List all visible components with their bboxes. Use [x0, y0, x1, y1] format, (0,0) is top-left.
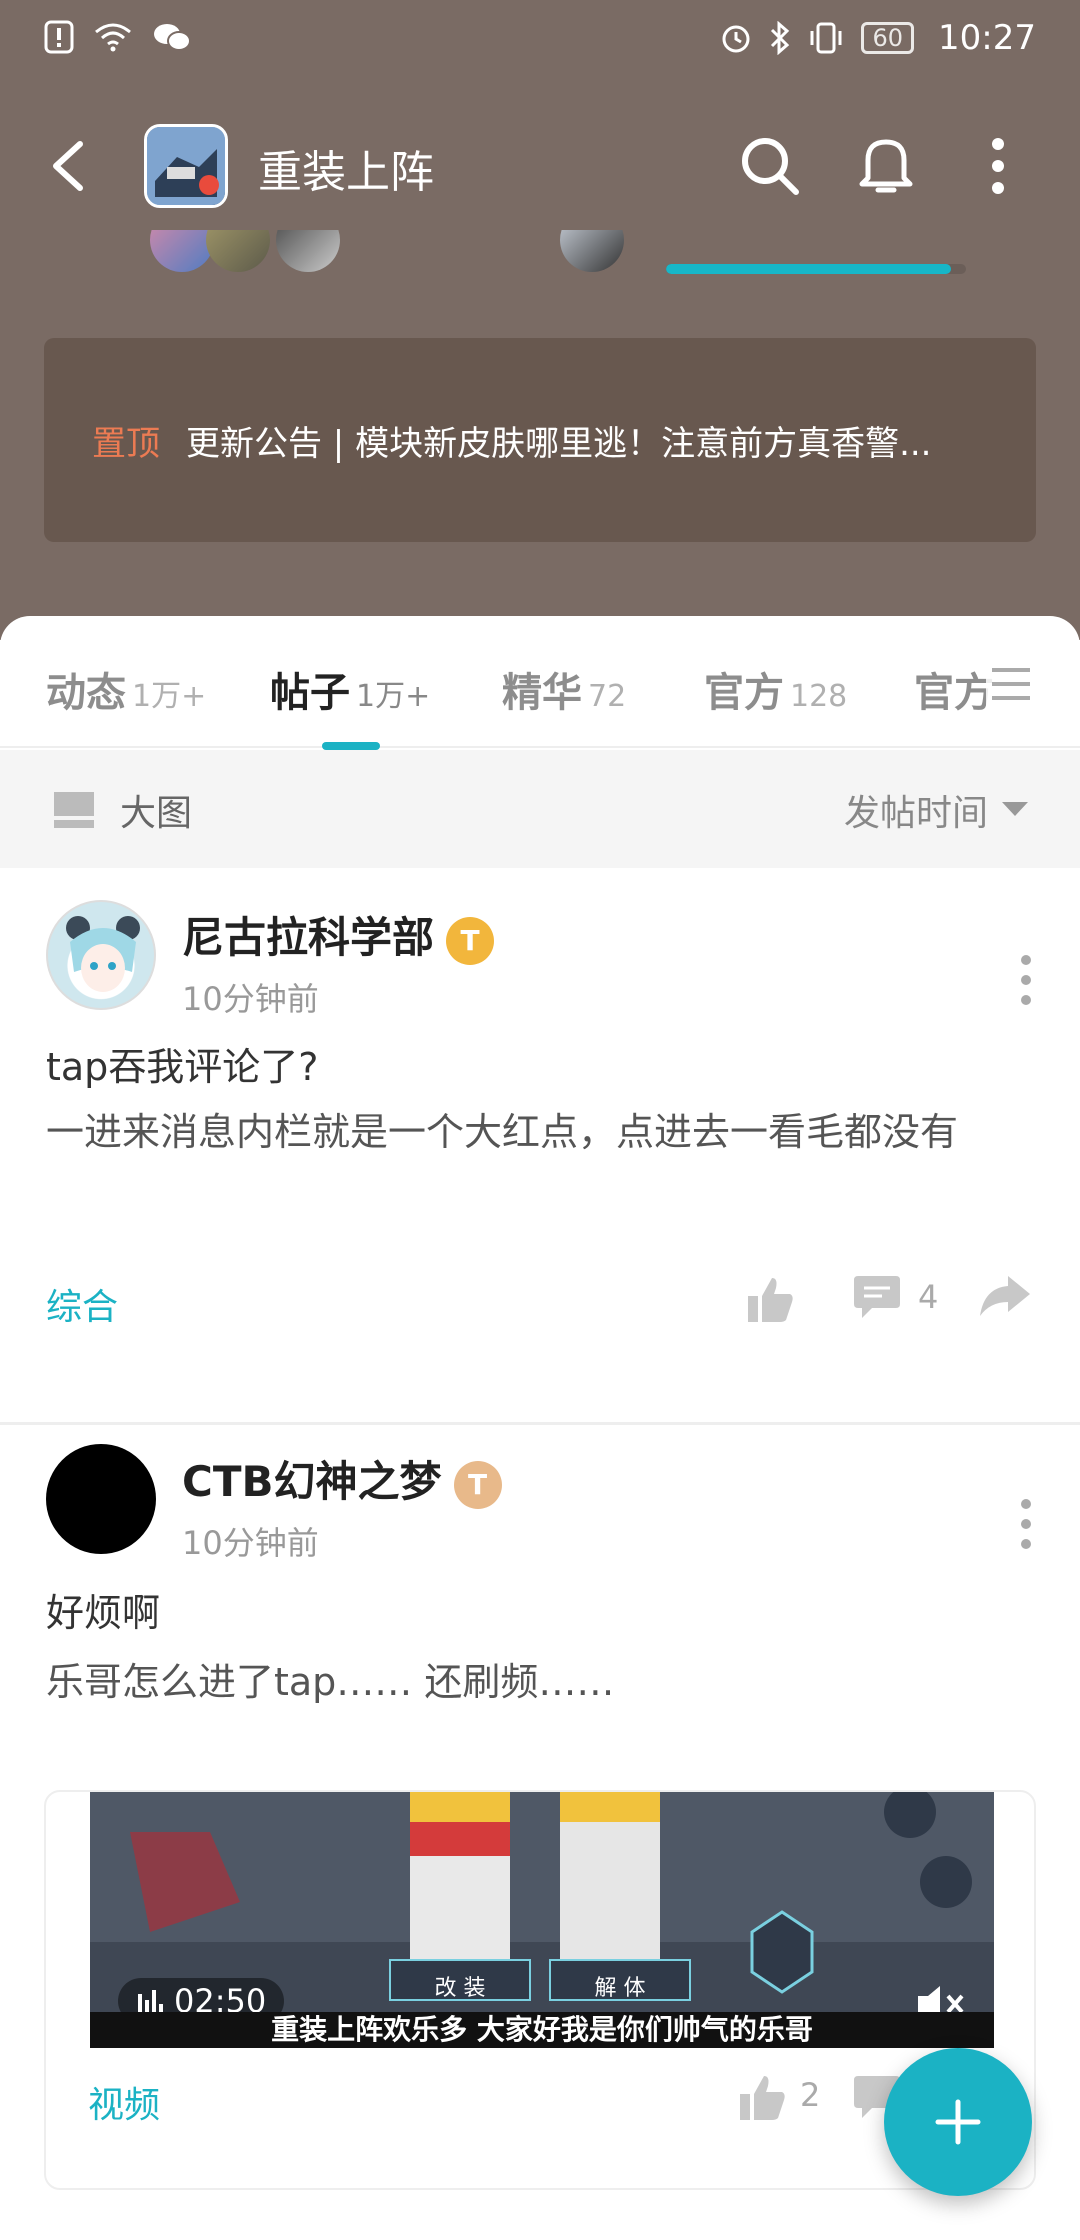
- like-count: 2: [800, 2076, 821, 2114]
- more-vertical-icon[interactable]: [978, 136, 1018, 196]
- post-card[interactable]: 尼古拉科学部 T 10分钟前 tap吞我评论了? 一进来消息内栏就是一个大红点，点…: [0, 868, 1080, 1328]
- share-icon[interactable]: [978, 1272, 1032, 1320]
- view-mode-label[interactable]: 大图: [120, 784, 192, 836]
- author-name[interactable]: CTB幻神之梦 T: [182, 1448, 502, 1509]
- tab-dynamics[interactable]: 动态 1万+: [46, 660, 206, 718]
- level-badge: T: [453, 1460, 502, 1509]
- tab-bar: 动态 1万+ 帖子 1万+ 精华 72 官方 128 官方: [0, 616, 1080, 750]
- video-thumbnail[interactable]: 改 装 解 体 02:50 重装上阵欢乐多 大家好我是你们帅气的乐哥: [90, 1792, 994, 2048]
- clock: 10:27: [938, 18, 1036, 58]
- tab-featured[interactable]: 精华 72: [502, 660, 626, 718]
- status-bar: 60 10:27: [0, 0, 1080, 80]
- video-overlay-label: 解 体: [594, 1976, 646, 2001]
- avatar[interactable]: [46, 900, 156, 1010]
- app-screen: 60 10:27 重装上阵 置顶 更新公告 | 模块新皮肤哪里逃！注意前方真香警…: [0, 0, 1080, 2240]
- post-body: 乐哥怎么进了tap…… 还刷频……: [46, 1660, 615, 1704]
- like-icon[interactable]: [736, 2072, 788, 2122]
- tab-count: 1万+: [356, 679, 431, 714]
- create-post-button[interactable]: [884, 2048, 1032, 2196]
- post-more-icon[interactable]: [1018, 950, 1034, 1010]
- page-title: 重装上阵: [258, 147, 434, 198]
- avatar: [276, 230, 340, 272]
- game-logo-icon: [147, 127, 225, 205]
- author-name-text: 尼古拉科学部: [182, 913, 435, 962]
- pinned-text: 更新公告 | 模块新皮肤哪里逃！注意前方真香警...: [186, 423, 932, 464]
- tab-label: 精华: [502, 670, 582, 716]
- alarm-icon: [722, 25, 750, 53]
- tab-label: 帖子: [270, 670, 350, 716]
- like-icon[interactable]: [744, 1274, 796, 1324]
- tab-count: 128: [790, 679, 848, 714]
- post-category-tag[interactable]: 综合: [46, 1278, 118, 1330]
- level-badge: T: [446, 916, 495, 965]
- back-arrow-icon[interactable]: [40, 136, 100, 196]
- caret-down-icon[interactable]: [1002, 802, 1028, 816]
- video-subtitle: 重装上阵欢乐多 大家好我是你们帅气的乐哥: [90, 2012, 994, 2048]
- filter-bar: 大图 发帖时间: [0, 750, 1080, 868]
- large-image-view-icon[interactable]: [52, 790, 96, 830]
- post-title: tap吞我评论了?: [46, 1045, 319, 1089]
- wifi-icon: [95, 23, 131, 52]
- post-title: 好烦啊: [46, 1591, 161, 1635]
- avatar: [150, 230, 214, 272]
- content-sheet: 动态 1万+ 帖子 1万+ 精华 72 官方 128 官方 大图 发帖时间 尼古拉科学部…: [0, 616, 1080, 2240]
- post-more-icon[interactable]: [1018, 1494, 1034, 1554]
- battery-icon: 60: [861, 22, 915, 54]
- alert-notification-icon: [44, 20, 74, 54]
- comment-count: 4: [918, 1278, 939, 1316]
- post-category-tag[interactable]: 视频: [88, 2076, 160, 2128]
- comment-icon[interactable]: [852, 1272, 902, 1320]
- level-progress-fill: [666, 264, 951, 274]
- bell-icon[interactable]: [854, 132, 918, 198]
- pinned-announcement[interactable]: 置顶 更新公告 | 模块新皮肤哪里逃！注意前方真香警...: [44, 338, 1036, 542]
- avatar: [206, 230, 270, 272]
- tab-list-icon[interactable]: [986, 656, 1036, 712]
- toolbar: 重装上阵: [0, 110, 1080, 220]
- post-time: 10分钟前: [182, 1524, 319, 1562]
- author-name-text: CTB幻神之梦: [182, 1457, 442, 1506]
- anime-avatar-icon: [66, 916, 140, 992]
- author-name[interactable]: 尼古拉科学部 T: [182, 904, 495, 965]
- search-icon[interactable]: [738, 134, 802, 198]
- video-overlay-label: 改 装: [434, 1976, 486, 2001]
- tab-label: 官方: [704, 670, 784, 716]
- pinned-tag: 置顶: [92, 423, 160, 464]
- tab-label: 官方: [914, 670, 994, 716]
- bluetooth-icon: [771, 21, 790, 55]
- bar-chart-icon: [138, 1990, 163, 2014]
- tab-official[interactable]: 官方 128: [704, 660, 847, 718]
- game-app-icon[interactable]: [144, 124, 228, 208]
- tab-count: 72: [588, 679, 627, 714]
- avatar: [560, 230, 624, 272]
- plus-icon: [935, 2099, 981, 2145]
- tab-posts[interactable]: 帖子 1万+: [270, 660, 430, 718]
- community-header: 60 10:27 重装上阵 置顶 更新公告 | 模块新皮肤哪里逃！注意前方真香警…: [0, 0, 1080, 640]
- tab-count: 1万+: [132, 679, 207, 714]
- tab-label: 动态: [46, 670, 126, 716]
- sort-dropdown[interactable]: 发帖时间: [844, 784, 988, 836]
- tab-official-2[interactable]: 官方: [914, 660, 994, 718]
- post-time: 10分钟前: [182, 980, 319, 1018]
- active-tab-indicator: [322, 742, 380, 750]
- avatar[interactable]: [46, 1444, 156, 1554]
- wechat-icon: [154, 24, 191, 51]
- post-body: 一进来消息内栏就是一个大红点，点进去一看毛都没有: [46, 1110, 959, 1154]
- vibrate-icon: [810, 22, 842, 54]
- level-progress-bar: [666, 264, 966, 274]
